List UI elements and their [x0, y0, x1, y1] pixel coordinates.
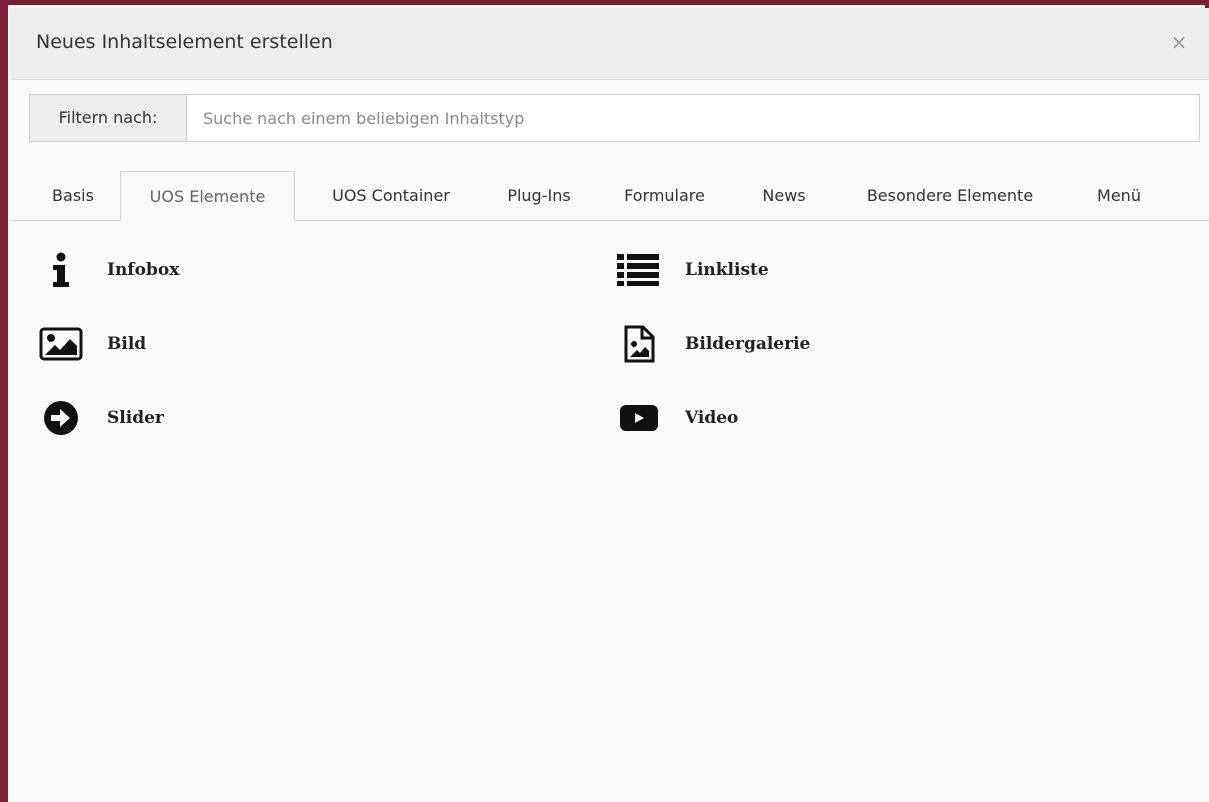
- element-label: Slider: [107, 408, 164, 428]
- image-file-icon: [615, 322, 663, 366]
- tab-plug-ins[interactable]: Plug-Ins: [486, 171, 592, 220]
- element-infobox[interactable]: Infobox: [37, 248, 179, 292]
- tab-menue[interactable]: Menü: [1077, 171, 1161, 220]
- element-video[interactable]: Video: [615, 396, 738, 440]
- filter-group: Filtern nach:: [29, 94, 1200, 142]
- tab-uos-elemente[interactable]: UOS Elemente: [120, 171, 295, 221]
- filter-input[interactable]: [187, 95, 1199, 141]
- tab-news[interactable]: News: [743, 171, 825, 220]
- info-icon: [37, 248, 85, 292]
- element-label: Infobox: [107, 260, 180, 280]
- list-icon: [615, 248, 663, 292]
- element-bildergalerie[interactable]: Bildergalerie: [615, 322, 810, 366]
- filter-label: Filtern nach:: [30, 95, 187, 141]
- element-bild[interactable]: Bild: [37, 322, 146, 366]
- modal-title: Neues Inhaltselement erstellen: [36, 31, 333, 53]
- element-slider[interactable]: Slider: [37, 396, 164, 440]
- element-linkliste[interactable]: Linkliste: [615, 248, 769, 292]
- new-content-element-dialog: Neues Inhaltselement erstellen × Filtern…: [10, 8, 1209, 802]
- element-label: Video: [685, 408, 739, 428]
- youtube-play-icon: [615, 396, 663, 440]
- modal-header: Neues Inhaltselement erstellen ×: [10, 8, 1209, 80]
- element-label: Linkliste: [685, 260, 769, 280]
- element-label: Bildergalerie: [685, 334, 811, 354]
- tab-bar: Basis UOS Elemente UOS Container Plug-In…: [10, 171, 1209, 221]
- element-label: Bild: [107, 334, 147, 354]
- tab-formulare[interactable]: Formulare: [607, 171, 722, 220]
- tab-uos-container[interactable]: UOS Container: [306, 171, 476, 220]
- tab-besondere-elemente[interactable]: Besondere Elemente: [842, 171, 1058, 220]
- close-button[interactable]: ×: [1167, 30, 1191, 54]
- arrow-circle-right-icon: [37, 396, 85, 440]
- tab-basis[interactable]: Basis: [36, 171, 110, 220]
- image-icon: [37, 322, 85, 366]
